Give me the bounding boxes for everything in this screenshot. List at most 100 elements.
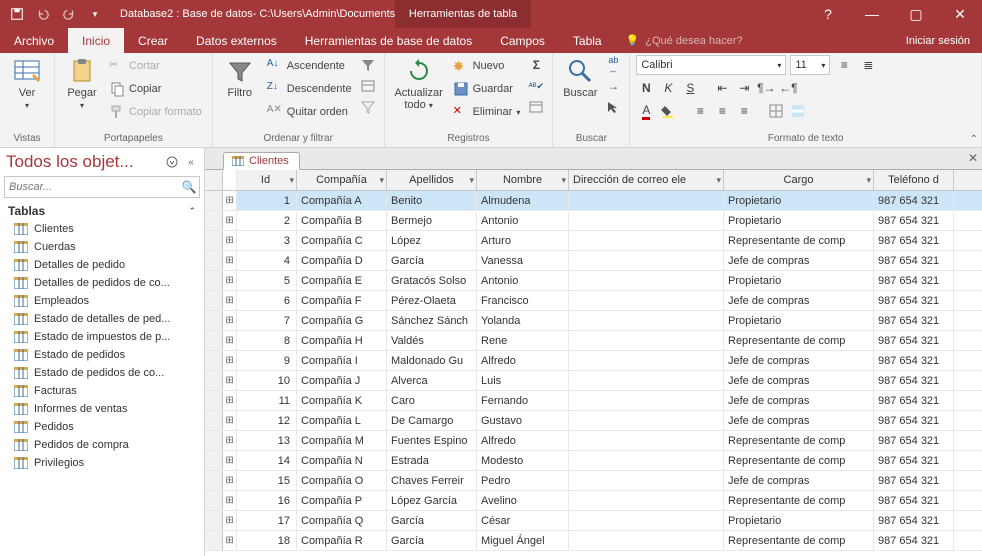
nav-item[interactable]: Detalles de pedido	[0, 256, 204, 274]
cell-email[interactable]	[569, 531, 724, 550]
col-header-nombre[interactable]: Nombre▾	[477, 170, 569, 190]
col-header-compania[interactable]: Compañía▾	[297, 170, 387, 190]
cell-email[interactable]	[569, 391, 724, 410]
cell-telefono[interactable]: 987 654 321	[874, 211, 954, 230]
cell-compania[interactable]: Compañía B	[297, 211, 387, 230]
nav-item[interactable]: Cuerdas	[0, 238, 204, 256]
nav-item[interactable]: Facturas	[0, 382, 204, 400]
row-selector[interactable]	[205, 411, 223, 430]
cell-nombre[interactable]: Avelino	[477, 491, 569, 510]
find-button[interactable]: Buscar	[559, 55, 601, 101]
table-row[interactable]: ⊞1Compañía ABenitoAlmudenaPropietario987…	[205, 191, 982, 211]
row-selector[interactable]	[205, 471, 223, 490]
cell-telefono[interactable]: 987 654 321	[874, 511, 954, 530]
cell-apellidos[interactable]: García	[387, 511, 477, 530]
table-row[interactable]: ⊞10Compañía JAlvercaLuisJefe de compras9…	[205, 371, 982, 391]
cell-apellidos[interactable]: Pérez-Olaeta	[387, 291, 477, 310]
italic-button[interactable]: K	[658, 78, 678, 98]
cell-nombre[interactable]: Fernando	[477, 391, 569, 410]
expand-row-button[interactable]: ⊞	[223, 371, 237, 390]
cell-id[interactable]: 15	[237, 471, 297, 490]
cell-compania[interactable]: Compañía J	[297, 371, 387, 390]
expand-row-button[interactable]: ⊞	[223, 251, 237, 270]
cell-nombre[interactable]: Alfredo	[477, 351, 569, 370]
cell-email[interactable]	[569, 491, 724, 510]
expand-row-button[interactable]: ⊞	[223, 191, 237, 210]
cell-id[interactable]: 3	[237, 231, 297, 250]
expand-row-button[interactable]: ⊞	[223, 331, 237, 350]
cell-compania[interactable]: Compañía C	[297, 231, 387, 250]
numbering-button[interactable]: ≣	[858, 55, 878, 75]
table-row[interactable]: ⊞5Compañía EGratacós SolsoAntonioPropiet…	[205, 271, 982, 291]
cell-id[interactable]: 1	[237, 191, 297, 210]
view-button[interactable]: Ver▾	[6, 55, 48, 114]
expand-row-button[interactable]: ⊞	[223, 411, 237, 430]
row-selector[interactable]	[205, 331, 223, 350]
cell-nombre[interactable]: César	[477, 511, 569, 530]
cell-compania[interactable]: Compañía P	[297, 491, 387, 510]
cell-telefono[interactable]: 987 654 321	[874, 531, 954, 550]
cell-compania[interactable]: Compañía M	[297, 431, 387, 450]
expand-row-button[interactable]: ⊞	[223, 351, 237, 370]
cell-email[interactable]	[569, 411, 724, 430]
select-all-cell[interactable]	[205, 170, 223, 190]
nav-item[interactable]: Informes de ventas	[0, 400, 204, 418]
cell-telefono[interactable]: 987 654 321	[874, 331, 954, 350]
chevron-down-icon[interactable]: ▾	[289, 175, 294, 186]
delete-record-button[interactable]: ✕Eliminar ▾	[449, 101, 525, 123]
cell-email[interactable]	[569, 371, 724, 390]
cell-email[interactable]	[569, 451, 724, 470]
table-row[interactable]: ⊞17Compañía QGarcíaCésarPropietario987 6…	[205, 511, 982, 531]
nav-item[interactable]: Estado de pedidos	[0, 346, 204, 364]
chevron-down-icon[interactable]: ▾	[716, 175, 721, 186]
cell-cargo[interactable]: Representante de comp	[724, 531, 874, 550]
tab-file[interactable]: Archivo	[0, 28, 68, 53]
close-button[interactable]: ✕	[938, 0, 982, 28]
expand-row-button[interactable]: ⊞	[223, 271, 237, 290]
search-icon[interactable]: 🔍	[179, 180, 199, 194]
chevron-down-icon[interactable]: ▾	[561, 175, 566, 186]
cell-id[interactable]: 14	[237, 451, 297, 470]
cell-telefono[interactable]: 987 654 321	[874, 291, 954, 310]
nav-item[interactable]: Pedidos	[0, 418, 204, 436]
expand-row-button[interactable]: ⊞	[223, 431, 237, 450]
nav-group-tables[interactable]: Tablas ⌃	[0, 202, 204, 220]
align-left-button[interactable]: ≡	[690, 101, 710, 121]
selection-filter-button[interactable]	[358, 55, 378, 75]
nav-item[interactable]: Detalles de pedidos de co...	[0, 274, 204, 292]
cell-id[interactable]: 16	[237, 491, 297, 510]
nav-item[interactable]: Empleados	[0, 292, 204, 310]
tab-home[interactable]: Inicio	[68, 28, 124, 53]
collapse-ribbon-button[interactable]: ⌃	[970, 134, 978, 145]
font-size-combo[interactable]: 11▾	[790, 55, 830, 75]
cell-id[interactable]: 18	[237, 531, 297, 550]
cell-apellidos[interactable]: Sánchez Sánch	[387, 311, 477, 330]
cell-apellidos[interactable]: Fuentes Espino	[387, 431, 477, 450]
cell-cargo[interactable]: Representante de comp	[724, 491, 874, 510]
gridlines-button[interactable]	[766, 101, 786, 121]
cell-nombre[interactable]: Antonio	[477, 271, 569, 290]
alt-row-color-button[interactable]	[788, 101, 808, 121]
new-record-button[interactable]: ✸Nuevo	[449, 55, 525, 77]
cell-compania[interactable]: Compañía N	[297, 451, 387, 470]
cell-cargo[interactable]: Jefe de compras	[724, 291, 874, 310]
cell-nombre[interactable]: Francisco	[477, 291, 569, 310]
table-row[interactable]: ⊞15Compañía OChaves FerreirPedroJefe de …	[205, 471, 982, 491]
row-selector[interactable]	[205, 231, 223, 250]
cell-cargo[interactable]: Propietario	[724, 311, 874, 330]
cell-id[interactable]: 5	[237, 271, 297, 290]
chevron-down-icon[interactable]: ▾	[866, 175, 871, 186]
row-selector[interactable]	[205, 391, 223, 410]
cell-nombre[interactable]: Modesto	[477, 451, 569, 470]
cell-email[interactable]	[569, 351, 724, 370]
cell-apellidos[interactable]: Alverca	[387, 371, 477, 390]
nav-item[interactable]: Privilegios	[0, 454, 204, 472]
qat-customize-icon[interactable]: ▾	[84, 3, 106, 25]
cell-email[interactable]	[569, 191, 724, 210]
cell-compania[interactable]: Compañía R	[297, 531, 387, 550]
cell-cargo[interactable]: Jefe de compras	[724, 471, 874, 490]
table-row[interactable]: ⊞6Compañía FPérez-OlaetaFranciscoJefe de…	[205, 291, 982, 311]
cell-apellidos[interactable]: Bermejo	[387, 211, 477, 230]
chevron-down-icon[interactable]: ▾	[469, 175, 474, 186]
cell-apellidos[interactable]: Valdés	[387, 331, 477, 350]
